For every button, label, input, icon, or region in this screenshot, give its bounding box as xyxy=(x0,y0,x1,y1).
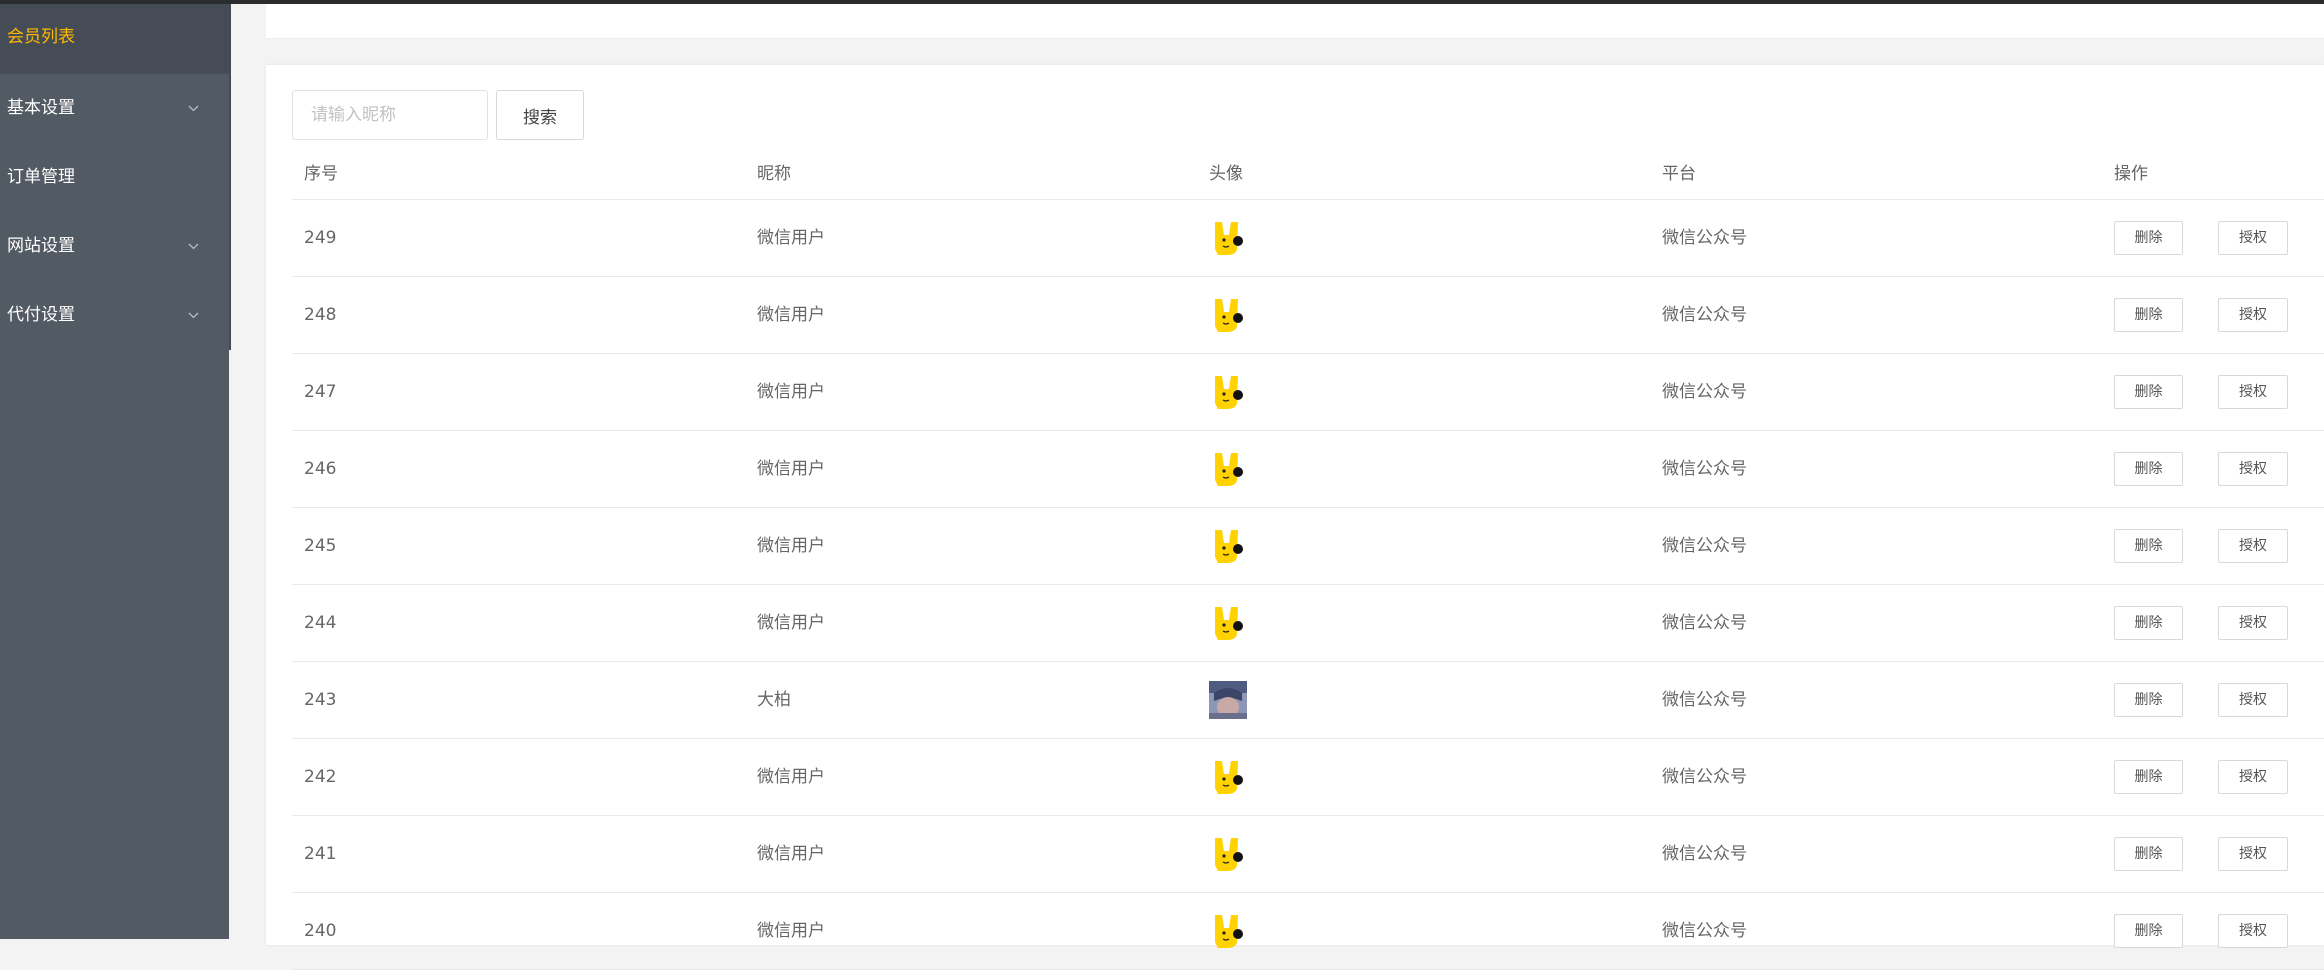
sidebar: 会员列表基本设置订单管理网站设置代付设置 xyxy=(0,4,229,939)
member-avatar xyxy=(1209,835,1247,873)
table-row: 241 微信用户 微信公众号 删除 授权 xyxy=(292,816,2324,893)
member-platform: 微信公众号 xyxy=(1662,382,1747,402)
table-row: 240 微信用户 微信公众号 删除 授权 xyxy=(292,893,2324,970)
member-platform: 微信公众号 xyxy=(1662,459,1747,479)
column-header-actions: 操作 xyxy=(2114,164,2148,184)
member-id: 240 xyxy=(304,921,337,941)
delete-button[interactable]: 删除 xyxy=(2114,914,2183,948)
member-avatar xyxy=(1209,373,1247,411)
member-list-card: 搜索 序号 昵称 头像 平台 操作 249微信用户微信公众号删除授权248微信用… xyxy=(266,65,2324,970)
sidebar-item-label: 基本设置 xyxy=(7,98,75,118)
member-avatar xyxy=(1209,604,1247,642)
member-nickname: 微信用户 xyxy=(757,228,825,248)
column-header-id: 序号 xyxy=(304,164,338,184)
authorize-button[interactable]: 授权 xyxy=(2218,375,2288,409)
delete-button[interactable]: 删除 xyxy=(2114,452,2183,486)
member-avatar xyxy=(1209,758,1247,796)
table-row: 248 微信用户 微信公众号 删除 授权 xyxy=(292,277,2324,354)
member-platform: 微信公众号 xyxy=(1662,536,1747,556)
member-id: 245 xyxy=(304,536,337,556)
table-row: 249 微信用户 微信公众号 删除 授权 xyxy=(292,200,2324,277)
main-content: 搜索 序号 昵称 头像 平台 操作 249微信用户微信公众号删除授权248微信用… xyxy=(231,4,2324,970)
delete-button[interactable]: 删除 xyxy=(2114,760,2183,794)
table-row: 244 微信用户 微信公众号 删除 授权 xyxy=(292,585,2324,662)
member-nickname: 微信用户 xyxy=(757,459,825,479)
table-row: 243 大柏 微信公众号 删除 授权 xyxy=(292,662,2324,739)
table-body: 249 微信用户 微信公众号 删除 授权 248 微信用户 微信公众号 删除 授权 247 微信用户微… xyxy=(292,200,2324,970)
authorize-button[interactable]: 授权 xyxy=(2218,837,2288,871)
delete-button[interactable]: 删除 xyxy=(2114,529,2183,563)
delete-button[interactable]: 删除 xyxy=(2114,375,2183,409)
delete-button[interactable]: 删除 xyxy=(2114,606,2183,640)
member-avatar xyxy=(1209,912,1247,950)
member-platform: 微信公众号 xyxy=(1662,690,1747,710)
member-nickname: 微信用户 xyxy=(757,613,825,633)
member-id: 244 xyxy=(304,613,337,633)
member-id: 248 xyxy=(304,305,337,325)
member-platform: 微信公众号 xyxy=(1662,921,1747,941)
nickname-search-input[interactable] xyxy=(292,90,488,140)
authorize-button[interactable]: 授权 xyxy=(2218,529,2288,563)
member-avatar xyxy=(1209,296,1247,334)
sidebar-item[interactable]: 订单管理 xyxy=(0,143,229,212)
authorize-button[interactable]: 授权 xyxy=(2218,298,2288,332)
member-platform: 微信公众号 xyxy=(1662,305,1747,325)
sidebar-item[interactable]: 网站设置 xyxy=(0,212,229,281)
delete-button[interactable]: 删除 xyxy=(2114,221,2183,255)
sidebar-item-label: 订单管理 xyxy=(7,167,75,187)
member-table: 序号 昵称 头像 平台 操作 249 微信用户 微信公众号 删除 授权 248 微信用户 微信… xyxy=(292,150,2324,970)
top-strip xyxy=(266,4,2324,39)
member-platform: 微信公众号 xyxy=(1662,228,1747,248)
delete-button[interactable]: 删除 xyxy=(2114,683,2183,717)
member-id: 246 xyxy=(304,459,337,479)
authorize-button[interactable]: 授权 xyxy=(2218,914,2288,948)
sidebar-item-label: 网站设置 xyxy=(7,236,75,256)
member-id: 247 xyxy=(304,382,337,402)
column-header-avatar: 头像 xyxy=(1209,164,1243,184)
table-header: 序号 昵称 头像 平台 操作 xyxy=(292,150,2324,200)
chevron-down-icon xyxy=(188,212,199,281)
table-row: 246 微信用户 微信公众号 删除 授权 xyxy=(292,431,2324,508)
member-nickname: 微信用户 xyxy=(757,305,825,325)
table-row: 242 微信用户 微信公众号 删除 授权 xyxy=(292,739,2324,816)
member-avatar xyxy=(1209,450,1247,488)
column-header-platform: 平台 xyxy=(1662,164,1696,184)
sidebar-menu: 会员列表基本设置订单管理网站设置代付设置 xyxy=(0,4,229,350)
table-row: 247 微信用户 微信公众号 删除 授权 xyxy=(292,354,2324,431)
member-platform: 微信公众号 xyxy=(1662,844,1747,864)
chevron-down-icon xyxy=(188,74,199,143)
member-platform: 微信公众号 xyxy=(1662,613,1747,633)
authorize-button[interactable]: 授权 xyxy=(2218,760,2288,794)
column-header-nickname: 昵称 xyxy=(757,164,791,184)
member-id: 243 xyxy=(304,690,337,710)
member-id: 249 xyxy=(304,228,337,248)
authorize-button[interactable]: 授权 xyxy=(2218,683,2288,717)
authorize-button[interactable]: 授权 xyxy=(2218,606,2288,640)
sidebar-item[interactable]: 基本设置 xyxy=(0,74,229,143)
member-nickname: 微信用户 xyxy=(757,536,825,556)
sidebar-item[interactable]: 代付设置 xyxy=(0,281,229,350)
member-nickname: 微信用户 xyxy=(757,921,825,941)
search-button[interactable]: 搜索 xyxy=(496,90,584,140)
member-avatar xyxy=(1209,527,1247,565)
member-id: 241 xyxy=(304,844,337,864)
delete-button[interactable]: 删除 xyxy=(2114,837,2183,871)
member-nickname: 微信用户 xyxy=(757,767,825,787)
authorize-button[interactable]: 授权 xyxy=(2218,221,2288,255)
authorize-button[interactable]: 授权 xyxy=(2218,452,2288,486)
chevron-down-icon xyxy=(188,281,199,350)
member-nickname: 微信用户 xyxy=(757,844,825,864)
sidebar-item-label: 代付设置 xyxy=(7,305,75,325)
member-id: 242 xyxy=(304,767,337,787)
member-nickname: 大柏 xyxy=(757,690,791,710)
member-avatar xyxy=(1209,219,1247,257)
member-platform: 微信公众号 xyxy=(1662,767,1747,787)
member-nickname: 微信用户 xyxy=(757,382,825,402)
member-avatar xyxy=(1209,681,1247,719)
table-row: 245 微信用户 微信公众号 删除 授权 xyxy=(292,508,2324,585)
delete-button[interactable]: 删除 xyxy=(2114,298,2183,332)
sidebar-item[interactable]: 会员列表 xyxy=(0,4,229,74)
sidebar-item-label: 会员列表 xyxy=(7,27,75,47)
